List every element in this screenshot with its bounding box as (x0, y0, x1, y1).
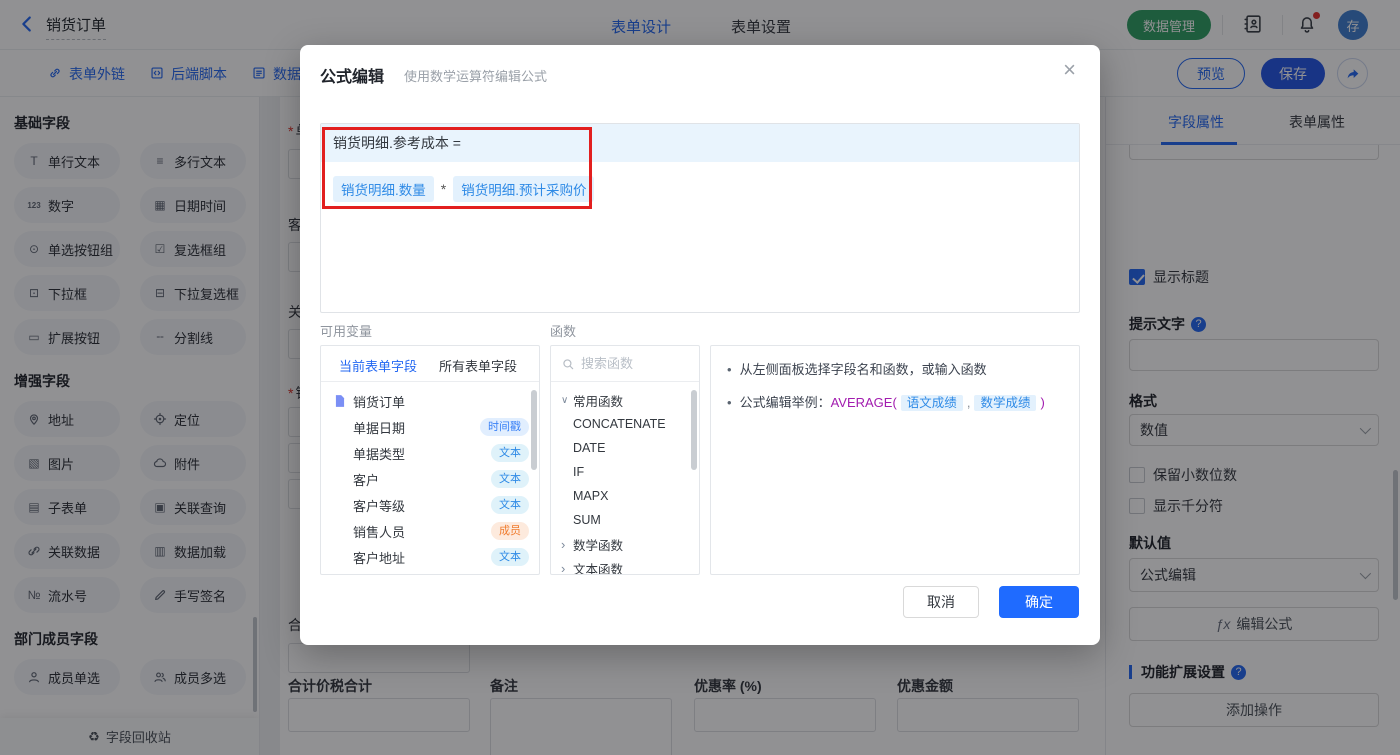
tip-select-fields: • 从左侧面板选择字段名和函数，或输入函数 (727, 360, 1063, 380)
app-screen: 销货订单 表单设计 表单设置 数据管理 存 表单外链 后端脚本 数据权 预览 保… (0, 0, 1400, 755)
field-type-badge: 成员 (491, 522, 529, 540)
field-type-badge: 文本 (491, 444, 529, 462)
modal-title: 公式编辑 (320, 69, 385, 86)
function-item[interactable]: MAPX (551, 484, 699, 508)
chevron-right-icon: › (561, 536, 566, 552)
functions-scrollbar[interactable] (691, 390, 697, 470)
functions-label: 函数 (550, 324, 577, 339)
variable-field-row-partial (321, 570, 539, 575)
formula-token[interactable]: 销货明细.预计采购价 (453, 176, 595, 202)
cancel-button[interactable]: 取消 (903, 586, 979, 618)
functions-panel: ∨常用函数CONCATENATEDATEIFMAPXSUM›数学函数›文本函数 (550, 345, 700, 575)
chevron-down-icon: ∨ (561, 394, 569, 406)
variable-field-row[interactable]: 单据日期 时间戳 (321, 414, 539, 440)
variables-scrollbar[interactable] (531, 390, 537, 470)
field-type-badge: 文本 (491, 548, 529, 566)
tip-formula-example: • 公式编辑举例：AVERAGE(语文成绩, 数学成绩) (727, 393, 1063, 413)
function-search (551, 346, 699, 382)
example-function-name: AVERAGE( (830, 395, 897, 410)
confirm-button[interactable]: 确定 (999, 586, 1079, 618)
variables-label: 可用变量 (320, 324, 373, 339)
function-group[interactable]: › 数学函数 (551, 532, 699, 556)
formula-edit-modal: 公式编辑 使用数学运算符编辑公式 × 销货明细.参考成本 = 销货明细.数量 *… (300, 45, 1100, 645)
function-group[interactable]: › 文本函数 (551, 556, 699, 575)
example-token: 数学成绩 (974, 395, 1037, 411)
formula-target: 销货明细.参考成本 = (321, 124, 1079, 162)
form-doc-icon (333, 394, 348, 409)
tips-panel: • 从左侧面板选择字段名和函数，或输入函数 • 公式编辑举例：AVERAGE(语… (710, 345, 1080, 575)
field-type-badge: 文本 (491, 496, 529, 514)
variable-field-row[interactable]: 销售人员 成员 (321, 518, 539, 544)
variables-tabs: 当前表单字段 所有表单字段 (321, 346, 539, 382)
field-type-badge: 时间戳 (480, 418, 529, 436)
variable-field-row[interactable]: 客户等级 文本 (321, 492, 539, 518)
field-type-badge (501, 574, 529, 575)
variable-field-row[interactable]: 客户地址 文本 (321, 544, 539, 570)
function-item[interactable]: DATE (551, 436, 699, 460)
formula-expression: 销货明细.数量 * 销货明细.预计采购价 (321, 162, 1079, 202)
tab-all-form-fields[interactable]: 所有表单字段 (439, 356, 517, 375)
bullet-icon: • (727, 395, 732, 410)
variable-tree-root[interactable]: 销货订单 (321, 388, 539, 414)
function-search-input[interactable] (581, 356, 681, 371)
field-type-badge: 文本 (491, 470, 529, 488)
tab-current-form-fields[interactable]: 当前表单字段 (339, 356, 417, 375)
formula-operator: * (440, 181, 447, 197)
search-icon (561, 357, 575, 371)
variable-field-row[interactable]: 单据类型 文本 (321, 440, 539, 466)
function-item[interactable]: IF (551, 460, 699, 484)
close-icon[interactable]: × (1063, 59, 1076, 81)
function-item[interactable]: CONCATENATE (551, 412, 699, 436)
bullet-icon: • (727, 362, 732, 377)
variables-panel: 当前表单字段 所有表单字段 销货订单 单据日期 时间戳 单据类型 文本 客户 文本 客户等级文… (320, 345, 540, 575)
example-token: 语文成绩 (900, 395, 963, 411)
function-item[interactable]: SUM (551, 508, 699, 532)
formula-token[interactable]: 销货明细.数量 (333, 176, 434, 202)
modal-subtitle: 使用数学运算符编辑公式 (404, 69, 548, 84)
chevron-right-icon: › (561, 560, 566, 575)
function-group[interactable]: ∨ 常用函数 (551, 388, 699, 412)
variable-field-row[interactable]: 客户 文本 (321, 466, 539, 492)
formula-editor[interactable]: 销货明细.参考成本 = 销货明细.数量 * 销货明细.预计采购价 (320, 123, 1080, 313)
